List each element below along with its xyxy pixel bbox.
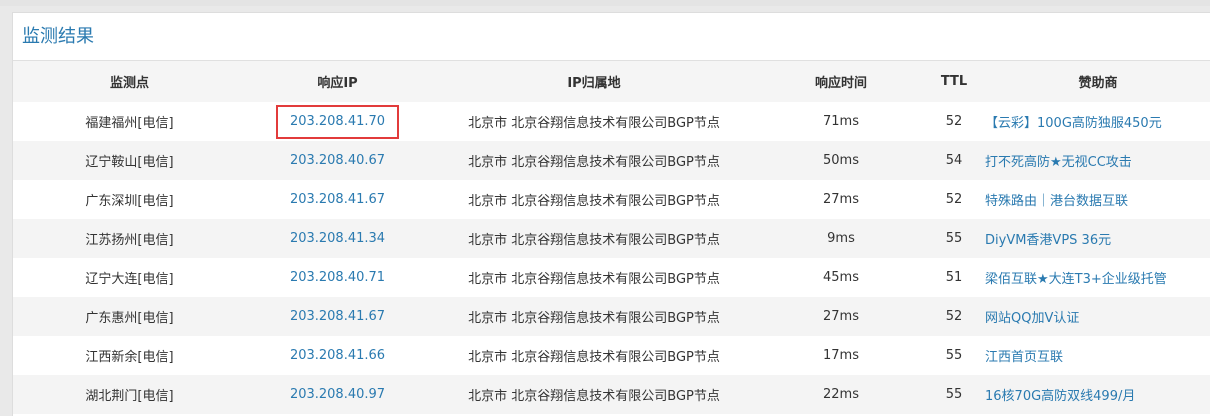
- cell-ip: 203.208.40.71: [246, 258, 429, 297]
- cell-ttl: 55: [945, 348, 963, 363]
- table-row: 辽宁鞍山[电信] 203.208.40.67 北京市 北京谷翔信息技术有限公司B…: [13, 141, 1210, 180]
- cell-location: 广东惠州[电信]: [13, 297, 246, 336]
- table-row: 广东惠州[电信] 203.208.41.67 北京市 北京谷翔信息技术有限公司B…: [13, 297, 1210, 336]
- cell-sponsor: 网站QQ加V认证: [985, 297, 1210, 336]
- cell-ip: 203.208.41.70: [246, 102, 429, 141]
- cell-time: 9ms: [759, 219, 923, 258]
- cell-location: 福建福州[电信]: [85, 116, 174, 131]
- top-bar: [0, 0, 1210, 6]
- cell-ip: 203.208.41.34: [246, 219, 429, 258]
- cell-ttl: 54: [923, 141, 985, 180]
- header-location: 监测点: [13, 61, 246, 102]
- ip-link[interactable]: 203.208.40.71: [276, 261, 399, 295]
- cell-time: 71ms: [823, 114, 859, 129]
- cell-location: 湖北荆门[电信]: [13, 375, 246, 414]
- cell-ttl: 51: [945, 270, 963, 285]
- panel-title: 监测结果: [13, 13, 1210, 61]
- cell-ttl: 52: [923, 297, 985, 336]
- cell-time: 17ms: [823, 348, 859, 363]
- cell-sponsor: 打不死高防★无视CC攻击: [985, 141, 1210, 180]
- sponsor-link[interactable]: 16核70G高防双线499/月: [985, 389, 1135, 404]
- header-ip: 响应IP: [246, 61, 429, 102]
- table-row: 广东深圳[电信] 203.208.41.67 北京市 北京谷翔信息技术有限公司B…: [13, 180, 1210, 219]
- cell-location: 江西新余[电信]: [85, 350, 174, 365]
- cell-location: 辽宁大连[电信]: [85, 272, 174, 287]
- cell-sponsor: 【云彩】100G高防独服450元: [985, 102, 1210, 141]
- table-row: 福建福州[电信] 203.208.41.70 北京市 北京谷翔信息技术有限公司B…: [13, 102, 1210, 141]
- ip-link[interactable]: 203.208.41.67: [276, 183, 399, 217]
- cell-ttl: 52: [945, 192, 963, 207]
- cell-sponsor: 江西首页互联: [985, 336, 1210, 375]
- cell-ip: 203.208.41.67: [246, 180, 429, 219]
- header-sponsor: 赞助商: [985, 61, 1210, 102]
- sponsor-link[interactable]: 打不死高防★无视CC攻击: [985, 155, 1132, 170]
- cell-ttl: 52: [945, 114, 963, 129]
- table-row: 辽宁大连[电信] 203.208.40.71 北京市 北京谷翔信息技术有限公司B…: [13, 258, 1210, 297]
- cell-location: 江苏扬州[电信]: [13, 219, 246, 258]
- cell-geo: 北京市 北京谷翔信息技术有限公司BGP节点: [429, 375, 759, 414]
- cell-ttl: 55: [923, 375, 985, 414]
- cell-geo: 北京市 北京谷翔信息技术有限公司BGP节点: [429, 297, 759, 336]
- cell-geo: 北京市 北京谷翔信息技术有限公司BGP节点: [468, 116, 720, 131]
- cell-geo: 北京市 北京谷翔信息技术有限公司BGP节点: [468, 350, 720, 365]
- cell-time: 22ms: [759, 375, 923, 414]
- cell-sponsor: 16核70G高防双线499/月: [985, 375, 1210, 414]
- cell-geo: 北京市 北京谷翔信息技术有限公司BGP节点: [429, 219, 759, 258]
- cell-time: 27ms: [759, 297, 923, 336]
- cell-geo: 北京市 北京谷翔信息技术有限公司BGP节点: [468, 194, 720, 209]
- sponsor-link[interactable]: 特殊路由｜港台数据互联: [985, 194, 1128, 209]
- table-row: 湖北荆门[电信] 203.208.40.97 北京市 北京谷翔信息技术有限公司B…: [13, 375, 1210, 414]
- table-header-row: 监测点 响应IP IP归属地 响应时间 TTL 赞助商: [13, 61, 1210, 102]
- results-table: 监测点 响应IP IP归属地 响应时间 TTL 赞助商 福建福州[电信] 203…: [13, 61, 1210, 414]
- results-panel: 监测结果 监测点 响应IP IP归属地 响应时间 TTL 赞助商 福建福州[电信…: [12, 12, 1210, 416]
- header-time: 响应时间: [759, 61, 923, 102]
- cell-ip: 203.208.40.67: [246, 141, 429, 180]
- ip-link[interactable]: 203.208.41.70: [275, 104, 400, 139]
- ip-link[interactable]: 203.208.40.97: [276, 378, 399, 412]
- table-row: 江西新余[电信] 203.208.41.66 北京市 北京谷翔信息技术有限公司B…: [13, 336, 1210, 375]
- sponsor-link[interactable]: 【云彩】100G高防独服450元: [985, 116, 1162, 131]
- sponsor-link[interactable]: DiyVM香港VPS 36元: [985, 233, 1111, 248]
- cell-ip: 203.208.40.97: [246, 375, 429, 414]
- cell-time: 50ms: [759, 141, 923, 180]
- cell-geo: 北京市 北京谷翔信息技术有限公司BGP节点: [429, 141, 759, 180]
- ip-link[interactable]: 203.208.41.66: [276, 339, 399, 373]
- header-ttl: TTL: [923, 61, 985, 102]
- cell-sponsor: 特殊路由｜港台数据互联: [985, 180, 1210, 219]
- sponsor-link[interactable]: 网站QQ加V认证: [985, 311, 1079, 326]
- table-row: 江苏扬州[电信] 203.208.41.34 北京市 北京谷翔信息技术有限公司B…: [13, 219, 1210, 258]
- cell-sponsor: DiyVM香港VPS 36元: [985, 219, 1210, 258]
- sponsor-link[interactable]: 梁佰互联★大连T3+企业级托管: [985, 272, 1167, 287]
- cell-location: 广东深圳[电信]: [85, 194, 174, 209]
- cell-ip: 203.208.41.67: [246, 297, 429, 336]
- cell-ttl: 55: [923, 219, 985, 258]
- ip-link[interactable]: 203.208.41.67: [276, 300, 399, 334]
- cell-time: 27ms: [823, 192, 859, 207]
- cell-sponsor: 梁佰互联★大连T3+企业级托管: [985, 258, 1210, 297]
- ip-link[interactable]: 203.208.40.67: [276, 144, 399, 178]
- ip-link[interactable]: 203.208.41.34: [276, 222, 399, 256]
- sponsor-link[interactable]: 江西首页互联: [985, 350, 1063, 365]
- cell-location: 辽宁鞍山[电信]: [13, 141, 246, 180]
- cell-ip: 203.208.41.66: [246, 336, 429, 375]
- cell-geo: 北京市 北京谷翔信息技术有限公司BGP节点: [468, 272, 720, 287]
- cell-time: 45ms: [823, 270, 859, 285]
- header-geo: IP归属地: [429, 61, 759, 102]
